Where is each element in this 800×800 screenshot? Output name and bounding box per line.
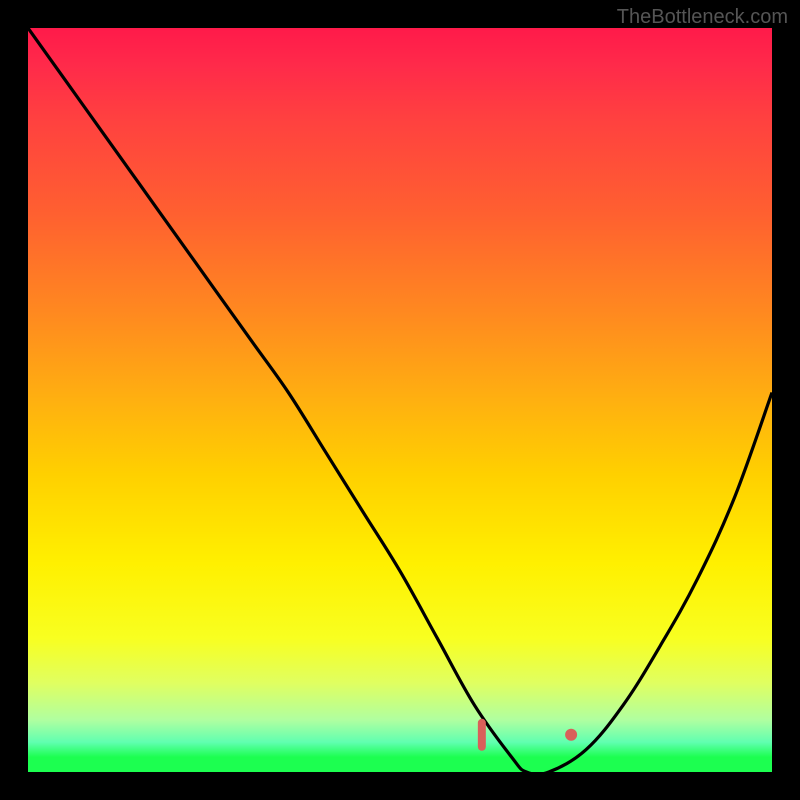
marker-flat-zone-right xyxy=(565,729,577,741)
attribution-text: TheBottleneck.com xyxy=(617,6,788,29)
bottleneck-curve-svg xyxy=(28,28,772,772)
bottleneck-curve xyxy=(28,28,772,772)
plot-area xyxy=(28,28,772,772)
